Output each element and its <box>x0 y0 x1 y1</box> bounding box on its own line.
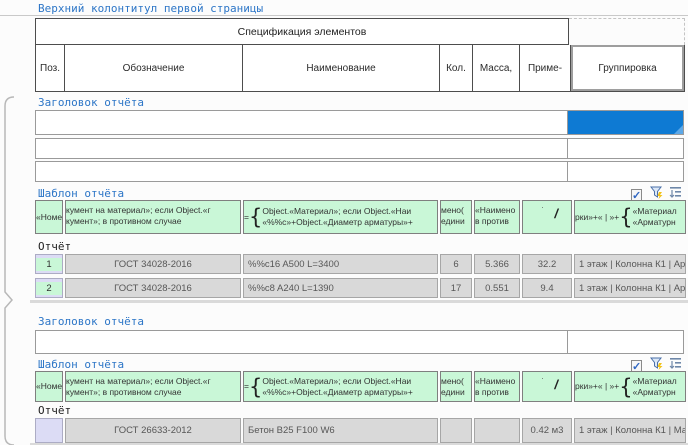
report-cell-note[interactable]: 32.2 <box>522 254 572 274</box>
report-header-cell[interactable] <box>36 139 568 158</box>
report-header-cell-selected[interactable] <box>568 111 683 134</box>
report-cell-qty[interactable]: 17 <box>440 278 472 298</box>
spec-table: Спецификация элементов Поз. Обозначение … <box>35 18 685 92</box>
tpl-cell-name[interactable]: ={ Object.«Материал»; если Object.«Наи «… <box>243 200 438 234</box>
spec-table-title[interactable]: Спецификация элементов <box>35 18 569 45</box>
report-cell-name[interactable]: %%c16 A500 L=3400 <box>243 254 438 274</box>
report-header-cell[interactable] <box>568 331 683 353</box>
report-header-cell[interactable] <box>36 162 568 181</box>
spec-col-grouping[interactable]: Группировка <box>571 45 684 91</box>
band-label-template-1: Шаблон отчёта <box>38 187 124 200</box>
report-cell-designation[interactable]: ГОСТ 34028-2016 <box>65 278 241 298</box>
report-cell-designation[interactable]: ГОСТ 26633-2012 <box>65 418 241 443</box>
spec-col-qty[interactable]: Кол. <box>440 45 473 91</box>
tpl-cell-pos[interactable]: «Номер п <box>35 371 63 402</box>
tpl-cell-grouping[interactable]: рки»+« | »+{ «Материал «Арматурн <box>574 200 686 234</box>
report-header-row-3 <box>35 161 684 182</box>
report-cell-mass[interactable] <box>474 418 520 443</box>
report-cell-grouping[interactable]: 1 этаж | Колонна К1 | Армат <box>574 254 686 274</box>
band-label-report-header-2: Заголовок отчёта <box>38 315 144 328</box>
filter-icon[interactable] <box>650 357 663 370</box>
report-cell-grouping[interactable]: 1 этаж | Колонна К1 | Армат <box>574 278 686 298</box>
tpl-cell-note[interactable]: · / <box>522 371 572 402</box>
template-row-2: «Номер п кумент на материал»; если Objec… <box>35 371 686 402</box>
spec-col-name[interactable]: Наименование <box>243 45 440 91</box>
report-cell-note[interactable]: 0.42 м3 <box>522 418 572 443</box>
report-cell-mass[interactable]: 5.366 <box>474 254 520 274</box>
tpl-cell-mass[interactable]: «Наимено в против <box>474 371 520 402</box>
template-toolbar-2: ✓ <box>631 357 682 370</box>
report-header-cell[interactable] <box>568 139 683 158</box>
tpl-cell-qty[interactable]: мено( едини <box>440 200 472 234</box>
report-header-cell[interactable] <box>36 111 568 134</box>
band-separator <box>30 300 688 303</box>
report-cell-pos[interactable] <box>35 418 63 443</box>
spec-col-pos[interactable]: Поз. <box>36 45 65 91</box>
divider <box>0 15 688 16</box>
report-cell-note[interactable]: 9.4 <box>522 278 572 298</box>
tpl-cell-designation[interactable]: кумент на материал»; если Object.«г куме… <box>65 200 241 234</box>
tpl-cell-qty[interactable]: мено( едини <box>440 371 472 402</box>
report-template-editor: Верхний колонтитул первой страницы Специ… <box>0 0 688 445</box>
report-header-cell[interactable] <box>568 162 683 181</box>
spec-table-dashed-cell[interactable] <box>569 18 685 45</box>
tpl-cell-note[interactable]: · / <box>522 200 572 234</box>
grouping-sort-icon[interactable] <box>669 186 682 199</box>
report-row: ГОСТ 26633-2012 Бетон B25 F100 W6 0.42 м… <box>35 418 686 443</box>
spec-col-designation[interactable]: Обозначение <box>65 45 243 91</box>
report-cell-qty[interactable] <box>440 418 472 443</box>
tpl-cell-pos[interactable]: «Номер п <box>35 200 63 234</box>
report-row: 2 ГОСТ 34028-2016 %%c8 A240 L=1390 17 0.… <box>35 278 686 298</box>
band-label-report-header-1: Заголовок отчёта <box>38 96 144 109</box>
band-label-report-2: Отчёт <box>38 404 71 417</box>
grouping-sort-icon[interactable] <box>669 357 682 370</box>
report-header-row-1 <box>35 110 684 135</box>
report-header2-row <box>35 330 684 354</box>
group-expander-bracket[interactable] <box>1 95 17 445</box>
report-cell-pos[interactable]: 1 <box>35 254 63 274</box>
tpl-cell-mass[interactable]: «Наимено в против <box>474 200 520 234</box>
template-row-1: «Номер п кумент на материал»; если Objec… <box>35 200 686 234</box>
band-label-template-2: Шаблон отчёта <box>38 358 124 371</box>
spec-col-mass[interactable]: Масса, <box>473 45 520 91</box>
spec-table-header-row: Поз. Обозначение Наименование Кол. Масса… <box>35 45 685 92</box>
report-cell-name[interactable]: Бетон B25 F100 W6 <box>243 418 438 443</box>
filter-icon[interactable] <box>650 186 663 199</box>
spec-col-note[interactable]: Приме- <box>520 45 571 91</box>
report-header-row-2 <box>35 138 684 159</box>
tpl-cell-name[interactable]: ={ Object.«Материал»; если Object.«Наи «… <box>243 371 438 402</box>
template-toolbar-1: ✓ <box>631 186 682 199</box>
report-cell-grouping[interactable]: 1 этаж | Колонна К1 | Матер <box>574 418 686 443</box>
band-label-report-1: Отчёт <box>38 240 71 253</box>
report-cell-pos[interactable]: 2 <box>35 278 63 298</box>
report-cell-qty[interactable]: 6 <box>440 254 472 274</box>
report-cell-mass[interactable]: 0.551 <box>474 278 520 298</box>
report-row: 1 ГОСТ 34028-2016 %%c16 A500 L=3400 6 5.… <box>35 254 686 274</box>
report-header-cell[interactable] <box>36 331 568 353</box>
tpl-cell-grouping[interactable]: рки»+« | »+{ «Материал «Арматурн <box>574 371 686 402</box>
band-label-page-header: Верхний колонтитул первой страницы <box>38 2 263 15</box>
report-cell-designation[interactable]: ГОСТ 34028-2016 <box>65 254 241 274</box>
report-cell-name[interactable]: %%c8 A240 L=1390 <box>243 278 438 298</box>
tpl-cell-designation[interactable]: кумент на материал»; если Object.«г куме… <box>65 371 241 402</box>
